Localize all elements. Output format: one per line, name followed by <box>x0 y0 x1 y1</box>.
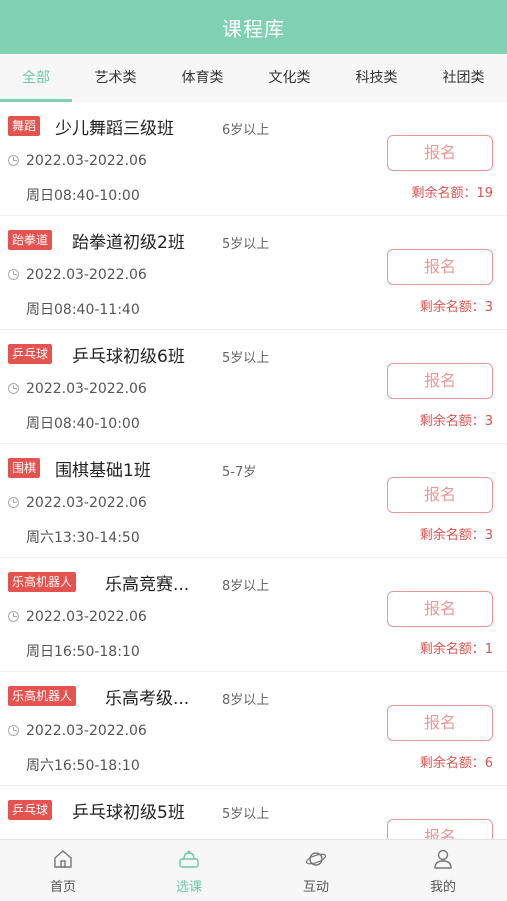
clock-icon <box>8 725 19 736</box>
tab-sports[interactable]: 体育类 <box>159 54 246 102</box>
clock-icon <box>8 155 19 166</box>
signup-button[interactable]: 报名 <box>387 477 493 513</box>
bottom-navigation: 首页 选课 互动 我的 <box>0 839 507 901</box>
nav-course-select[interactable]: 选课 <box>126 840 252 901</box>
nav-home[interactable]: 首页 <box>0 840 126 901</box>
tab-tech[interactable]: 科技类 <box>333 54 420 102</box>
course-select-icon <box>179 850 199 868</box>
nav-interact-label: 互动 <box>302 880 329 895</box>
category-tag: 乒乓球 <box>8 344 53 364</box>
course-card[interactable]: 乐高机器人 乐高竞赛... 8岁以上 2022.03-2022.06 周日16:… <box>0 558 507 671</box>
course-list[interactable]: 舞蹈 少儿舞蹈三级班 6岁以上 2022.03-2022.06 周日08:40-… <box>0 102 507 839</box>
clock-icon <box>8 383 19 394</box>
course-name: 乐高竞赛... <box>105 575 190 595</box>
category-tabs: 全部 艺术类 体育类 文化类 科技类 社团类 <box>0 54 507 103</box>
age-requirement: 6岁以上 <box>222 123 270 138</box>
signup-button[interactable]: 报名 <box>387 249 493 285</box>
remaining-slots: 剩余名额：19 <box>411 186 493 201</box>
course-date-range: 2022.03-2022.06 <box>26 267 147 283</box>
course-card[interactable]: 舞蹈 少儿舞蹈三级班 6岁以上 2022.03-2022.06 周日08:40-… <box>0 102 507 215</box>
course-name: 乒乓球初级5班 <box>72 803 185 823</box>
tab-culture[interactable]: 文化类 <box>246 54 333 102</box>
home-icon <box>54 850 72 868</box>
remaining-slots: 剩余名额：6 <box>419 756 493 771</box>
course-schedule: 周六13:30-14:50 <box>26 530 140 546</box>
course-date-range: 2022.03-2022.06 <box>26 381 147 397</box>
category-tag: 乐高机器人 <box>8 686 77 706</box>
age-requirement: 5岁以上 <box>222 237 270 252</box>
clock-icon <box>8 497 19 508</box>
clock-icon <box>8 611 19 622</box>
course-date-range: 2022.03-2022.06 <box>26 495 147 511</box>
course-name: 乒乓球初级6班 <box>72 347 185 367</box>
course-date-range: 2022.03-2022.06 <box>26 609 147 625</box>
signup-button[interactable]: 报名 <box>387 705 493 741</box>
planet-icon <box>305 852 327 866</box>
course-card[interactable]: 乒乓球 乒乓球初级5班 5岁以上 报名 <box>0 786 507 839</box>
category-tag: 跆拳道 <box>8 230 53 250</box>
category-tag: 舞蹈 <box>8 116 41 136</box>
age-requirement: 5-7岁 <box>222 465 257 480</box>
course-date-range: 2022.03-2022.06 <box>26 153 147 169</box>
age-requirement: 5岁以上 <box>222 351 270 366</box>
signup-button[interactable]: 报名 <box>387 591 493 627</box>
remaining-slots: 剩余名额：3 <box>419 300 493 315</box>
tab-art[interactable]: 艺术类 <box>72 54 159 102</box>
tab-club[interactable]: 社团类 <box>420 54 507 102</box>
course-schedule: 周日08:40-10:00 <box>26 416 140 432</box>
course-card[interactable]: 乒乓球 乒乓球初级6班 5岁以上 2022.03-2022.06 周日08:40… <box>0 330 507 443</box>
nav-home-label: 首页 <box>49 880 76 895</box>
category-tag: 乐高机器人 <box>8 572 77 592</box>
user-icon <box>434 849 452 869</box>
remaining-slots: 剩余名额：1 <box>419 642 493 657</box>
signup-button[interactable]: 报名 <box>387 135 493 171</box>
course-name: 跆拳道初级2班 <box>72 233 185 253</box>
course-name: 少儿舞蹈三级班 <box>55 119 174 139</box>
remaining-slots: 剩余名额：3 <box>419 414 493 429</box>
category-tag: 乒乓球 <box>8 800 53 820</box>
signup-button[interactable]: 报名 <box>387 819 493 839</box>
age-requirement: 8岁以上 <box>222 693 270 708</box>
course-card[interactable]: 跆拳道 跆拳道初级2班 5岁以上 2022.03-2022.06 周日08:40… <box>0 216 507 329</box>
course-card[interactable]: 围棋 围棋基础1班 5-7岁 2022.03-2022.06 周六13:30-1… <box>0 444 507 557</box>
signup-button[interactable]: 报名 <box>387 363 493 399</box>
course-date-range: 2022.03-2022.06 <box>26 723 147 739</box>
app-header: 课程库 <box>0 0 507 54</box>
course-schedule: 周日08:40-10:00 <box>26 188 140 204</box>
course-card[interactable]: 乐高机器人 乐高考级... 8岁以上 2022.03-2022.06 周六16:… <box>0 672 507 785</box>
nav-course-select-label: 选课 <box>175 880 202 895</box>
clock-icon <box>8 269 19 280</box>
nav-profile-label: 我的 <box>429 880 456 895</box>
course-schedule: 周日16:50-18:10 <box>26 644 140 660</box>
age-requirement: 5岁以上 <box>222 807 270 822</box>
course-schedule: 周日08:40-11:40 <box>26 302 140 318</box>
tab-all[interactable]: 全部 <box>0 54 72 102</box>
nav-interact[interactable]: 互动 <box>253 840 379 901</box>
remaining-slots: 剩余名额：3 <box>419 528 493 543</box>
age-requirement: 8岁以上 <box>222 579 270 594</box>
course-schedule: 周六16:50-18:10 <box>26 758 140 774</box>
course-name: 乐高考级... <box>105 689 190 709</box>
nav-profile[interactable]: 我的 <box>380 840 506 901</box>
page-title: 课程库 <box>222 16 285 41</box>
category-tag: 围棋 <box>8 458 41 478</box>
course-name: 围棋基础1班 <box>55 461 151 481</box>
